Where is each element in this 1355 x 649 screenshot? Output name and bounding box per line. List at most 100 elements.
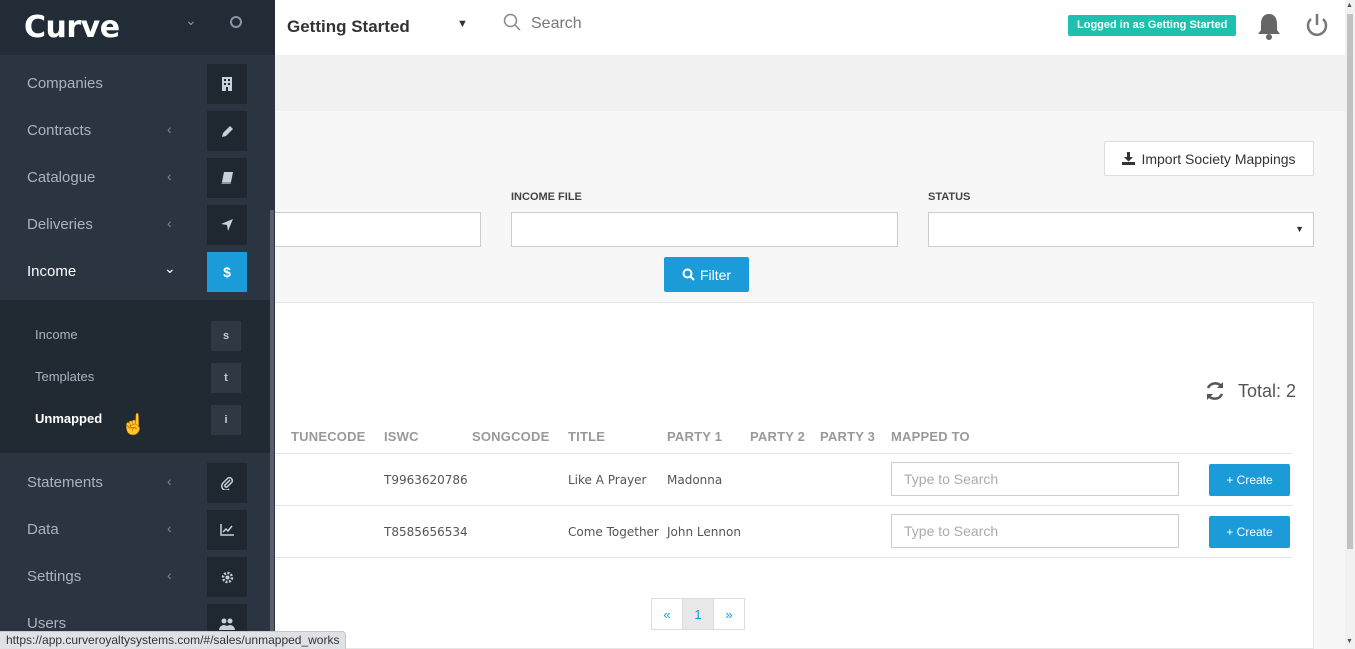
- pagination: « 1 »: [651, 598, 745, 630]
- sidebar-item-companies[interactable]: Companies: [0, 61, 270, 108]
- page-scrollbar[interactable]: ▲ ▼: [1345, 0, 1355, 649]
- submenu-item-label: Income: [35, 327, 78, 342]
- chevron-down-icon: ⌄: [164, 260, 176, 276]
- caret-down-icon: ▼: [1295, 224, 1304, 234]
- sidebar-item-label: Income: [27, 263, 77, 280]
- sidebar-item-settings[interactable]: Settings ‹: [0, 554, 270, 601]
- column-header-party2[interactable]: PARTY 2: [750, 429, 805, 444]
- column-header-mapped-to[interactable]: MAPPED TO: [891, 429, 970, 444]
- submenu-item-label: Unmapped: [35, 411, 103, 426]
- submenu-item-income[interactable]: Income s: [0, 315, 270, 355]
- sidebar-item-deliveries[interactable]: Deliveries ‹: [0, 202, 270, 249]
- sidebar-item-label: Catalogue: [27, 169, 96, 186]
- circle-icon[interactable]: [230, 16, 242, 28]
- iswc-cell: T8585656534: [384, 525, 468, 539]
- column-header-party1[interactable]: PARTY 1: [667, 429, 722, 444]
- workspace-selector[interactable]: Getting Started: [287, 17, 410, 37]
- chevron-left-icon: ‹: [167, 473, 172, 489]
- letter-i-icon: i: [211, 405, 241, 435]
- search-icon: [682, 268, 695, 281]
- top-bar: Getting Started ▼ Logged in as Getting S…: [275, 0, 1345, 55]
- sidebar-item-label: Deliveries: [27, 216, 93, 233]
- gear-icon: [207, 557, 247, 597]
- sidebar-item-income[interactable]: Income ⌄ $: [0, 249, 270, 296]
- income-file-label: INCOME FILE: [511, 191, 582, 203]
- dollar-icon: $: [207, 252, 247, 292]
- search-input[interactable]: [531, 12, 831, 36]
- chevron-left-icon: ‹: [167, 121, 172, 137]
- pagination-prev[interactable]: «: [651, 598, 683, 630]
- pencil-icon: [207, 111, 247, 151]
- status-select[interactable]: ▼: [928, 212, 1314, 247]
- sidebar-item-label: Data: [27, 521, 59, 538]
- mapped-to-input[interactable]: [891, 462, 1179, 496]
- title-cell: Come Together: [568, 525, 659, 539]
- party1-cell: John Lennon: [667, 525, 741, 539]
- chart-line-icon: [207, 510, 247, 550]
- book-icon: [207, 158, 247, 198]
- refresh-icon[interactable]: [1204, 380, 1226, 402]
- party1-cell: Madonna: [667, 473, 723, 487]
- sidebar-item-contracts[interactable]: Contracts ‹: [0, 108, 270, 155]
- iswc-cell: T9963620786: [384, 473, 468, 487]
- filter-button[interactable]: Filter: [664, 257, 749, 292]
- send-icon: [207, 205, 247, 245]
- search-icon: [503, 13, 521, 31]
- sidebar-scrollbar[interactable]: [270, 210, 274, 649]
- table-divider: [275, 453, 1293, 454]
- sidebar-item-label: Statements: [27, 474, 103, 491]
- income-file-input[interactable]: [511, 212, 898, 247]
- column-header-iswc[interactable]: ISWC: [384, 429, 419, 444]
- sidebar-item-catalogue[interactable]: Catalogue ‹: [0, 155, 270, 202]
- column-header-title[interactable]: TITLE: [568, 429, 605, 444]
- page-header-band: [275, 55, 1345, 111]
- title-cell: Like A Prayer: [568, 473, 647, 487]
- table-divider: [275, 557, 1293, 558]
- chevron-left-icon: ‹: [167, 567, 172, 583]
- paperclip-icon: [207, 463, 247, 503]
- letter-s-icon: s: [211, 321, 241, 351]
- filter-field-input[interactable]: [275, 212, 481, 247]
- scroll-down-icon[interactable]: ▼: [1346, 638, 1353, 645]
- scroll-up-icon[interactable]: ▲: [1346, 2, 1353, 9]
- status-label: STATUS: [928, 191, 971, 203]
- scrollbar-thumb[interactable]: [1347, 14, 1353, 549]
- letter-t-icon: t: [211, 363, 241, 393]
- submenu-item-templates[interactable]: Templates t: [0, 357, 270, 397]
- sidebar: Curve ⌄ Companies Contracts ‹ Catalogue …: [0, 0, 275, 649]
- chevron-left-icon: ‹: [167, 168, 172, 184]
- download-icon: [1122, 152, 1136, 165]
- create-button[interactable]: + Create: [1209, 516, 1290, 548]
- caret-down-icon[interactable]: ▼: [457, 18, 468, 30]
- sidebar-item-data[interactable]: Data ‹: [0, 507, 270, 554]
- create-button[interactable]: + Create: [1209, 464, 1290, 496]
- sidebar-item-label: Companies: [27, 75, 103, 92]
- filter-button-label: Filter: [699, 266, 732, 283]
- sidebar-item-statements[interactable]: Statements ‹: [0, 460, 270, 507]
- status-url-bar: https://app.curveroyaltysystems.com/#/sa…: [0, 631, 347, 649]
- chevron-left-icon: ‹: [167, 215, 172, 231]
- mapped-to-input[interactable]: [891, 514, 1179, 548]
- logged-in-badge: Logged in as Getting Started: [1068, 15, 1237, 36]
- import-button-label: Import Society Mappings: [1141, 150, 1296, 167]
- pagination-next[interactable]: »: [713, 598, 745, 630]
- power-icon[interactable]: [1303, 11, 1331, 41]
- bell-icon[interactable]: [1255, 11, 1283, 41]
- column-header-songcode[interactable]: SONGCODE: [472, 429, 549, 444]
- column-header-party3[interactable]: PARTY 3: [820, 429, 875, 444]
- submenu-item-label: Templates: [35, 369, 95, 384]
- sidebar-item-label: Settings: [27, 568, 82, 585]
- logo-bar: Curve ⌄: [0, 0, 275, 55]
- building-icon: [207, 64, 247, 104]
- hand-cursor-icon: ☝: [121, 414, 146, 436]
- table-divider: [275, 505, 1293, 506]
- pagination-page[interactable]: 1: [682, 598, 714, 630]
- sidebar-item-label: Users: [27, 615, 67, 632]
- total-count: Total: 2: [1238, 381, 1297, 401]
- sidebar-item-label: Contracts: [27, 122, 92, 139]
- column-header-tunecode[interactable]: TUNECODE: [291, 429, 366, 444]
- chevron-left-icon: ‹: [167, 520, 172, 536]
- app-logo[interactable]: Curve: [24, 10, 120, 45]
- chevron-down-icon[interactable]: ⌄: [185, 12, 197, 29]
- import-society-mappings-button[interactable]: Import Society Mappings: [1104, 141, 1314, 176]
